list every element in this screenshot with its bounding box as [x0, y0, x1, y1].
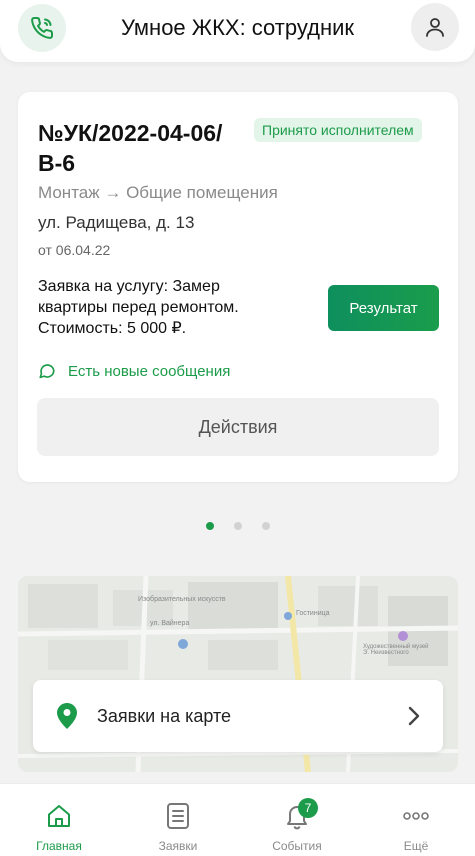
new-messages-link[interactable]: Есть новые сообщения — [38, 362, 230, 380]
events-count-badge: 7 — [298, 798, 318, 818]
app-title: Умное ЖКХ: сотрудник — [120, 15, 355, 40]
new-messages-label: Есть новые сообщения — [68, 362, 231, 380]
order-date: от 06.04.22 — [38, 242, 111, 258]
user-icon — [426, 18, 444, 37]
home-icon — [48, 805, 70, 827]
pager-dot[interactable] — [261, 522, 270, 530]
order-category: Монтаж → Общие помещения — [38, 183, 278, 202]
nav-home[interactable]: Главная — [0, 784, 118, 856]
order-address: ул. Радищева, д. 13 — [38, 213, 195, 232]
result-button[interactable]: Результат — [328, 285, 439, 331]
order-card[interactable]: №УК/2022-04-06/В-6 Принято исполнителем … — [18, 92, 458, 482]
nav-home-label: Главная — [36, 839, 82, 853]
carousel-pager — [0, 522, 475, 530]
nav-events[interactable]: 7 События — [238, 784, 356, 856]
bottom-navigation: Главная Заявки 7 События Ещё — [0, 783, 475, 856]
nav-more[interactable]: Ещё — [357, 784, 475, 856]
order-description: Заявка на услугу: Замер квартиры перед р… — [38, 278, 239, 337]
actions-button[interactable]: Действия — [37, 398, 439, 456]
map-text: Гостиница — [296, 610, 330, 617]
top-header: Умное ЖКХ: сотрудник — [0, 0, 475, 62]
map-text: ул. Вайнера — [150, 620, 190, 627]
chevron-right-icon — [408, 706, 420, 726]
more-dots-icon — [403, 812, 429, 820]
nav-more-label: Ещё — [403, 839, 429, 853]
profile-button[interactable] — [411, 3, 459, 51]
document-icon — [167, 803, 189, 829]
nav-requests[interactable]: Заявки — [119, 784, 237, 856]
map-preview[interactable]: Изобразительных искусств ул. Вайнера Худ… — [18, 576, 458, 772]
order-number: №УК/2022-04-06/В-6 — [38, 120, 223, 176]
map-text: Художественный музей Э. Неизвестного — [363, 644, 429, 656]
map-orders-label: Заявки на карте — [97, 705, 232, 726]
map-text: Изобразительных искусств — [138, 596, 226, 603]
status-badge: Принято исполнителем — [254, 118, 422, 142]
chat-bubble-icon — [39, 364, 55, 379]
nav-events-label: События — [272, 839, 322, 853]
nav-requests-label: Заявки — [158, 839, 198, 853]
pager-dot-active[interactable] — [205, 522, 214, 530]
location-pin-icon — [57, 703, 77, 729]
map-orders-panel[interactable]: Заявки на карте — [33, 680, 443, 752]
pager-dot[interactable] — [233, 522, 242, 530]
